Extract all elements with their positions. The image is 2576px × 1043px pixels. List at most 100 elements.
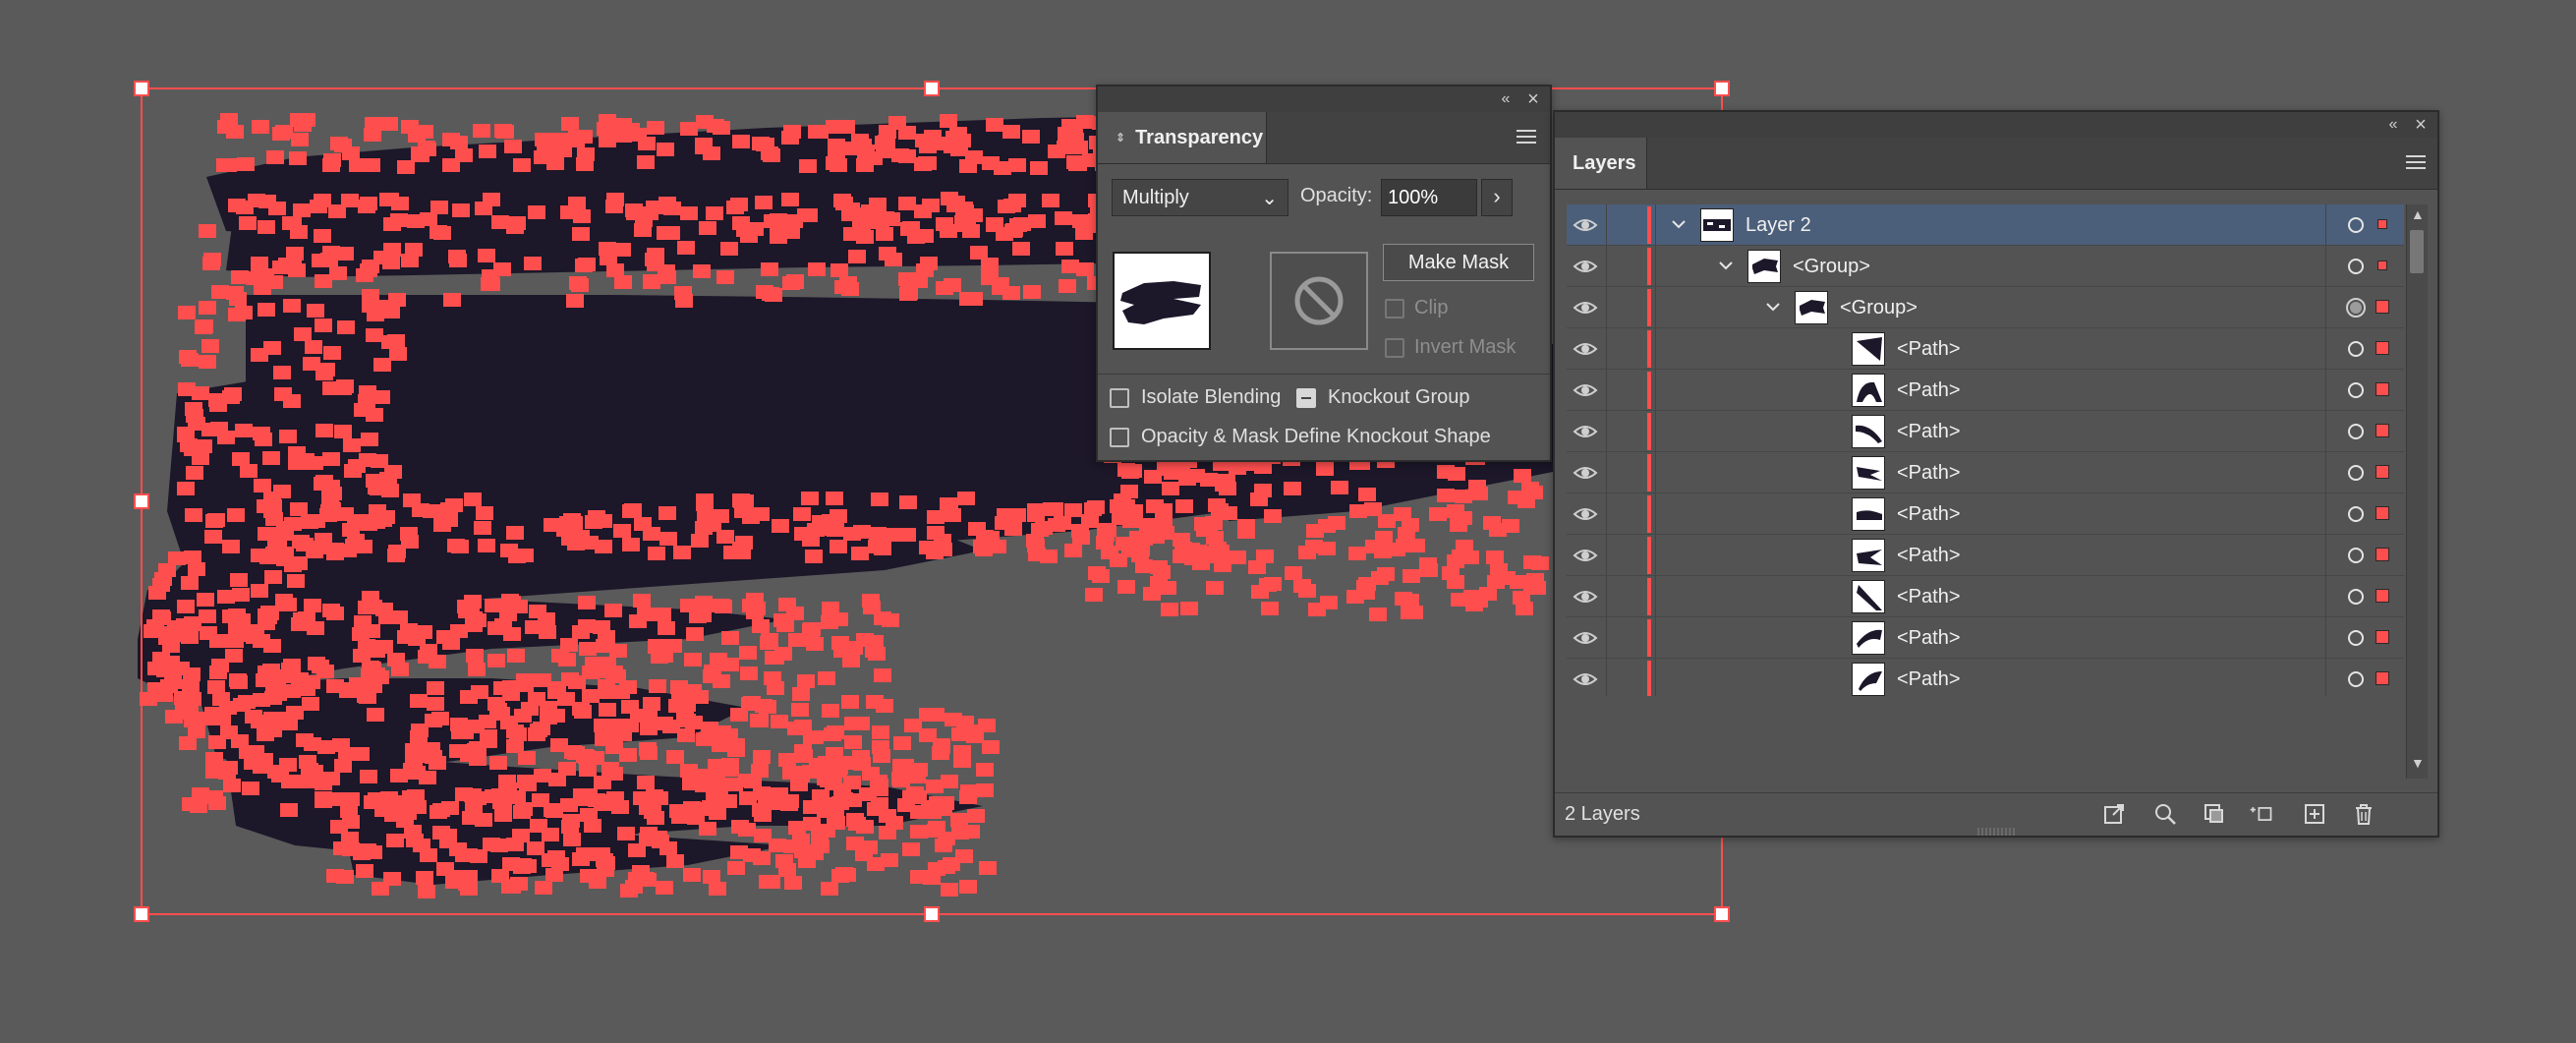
anchor-point[interactable]: [595, 794, 612, 808]
anchor-point[interactable]: [278, 712, 296, 725]
anchor-point[interactable]: [941, 192, 958, 205]
anchor-point[interactable]: [174, 691, 192, 705]
anchor-point[interactable]: [207, 680, 225, 694]
anchor-point[interactable]: [512, 829, 530, 842]
anchor-point[interactable]: [827, 725, 844, 739]
anchor-point[interactable]: [478, 249, 495, 262]
anchor-point[interactable]: [929, 796, 946, 810]
anchor-point[interactable]: [981, 258, 999, 271]
anchor-point[interactable]: [360, 517, 377, 531]
anchor-point[interactable]: [442, 158, 460, 172]
anchor-point[interactable]: [599, 703, 616, 717]
anchor-point[interactable]: [449, 744, 467, 758]
anchor-point[interactable]: [148, 586, 166, 600]
anchor-point[interactable]: [333, 841, 351, 855]
anchor-point[interactable]: [1463, 590, 1481, 604]
anchor-point[interactable]: [496, 125, 514, 139]
anchor-point[interactable]: [927, 510, 945, 524]
anchor-point[interactable]: [585, 515, 602, 529]
anchor-point[interactable]: [322, 604, 340, 617]
anchor-point[interactable]: [571, 278, 589, 292]
anchor-point[interactable]: [342, 792, 360, 806]
anchor-point[interactable]: [1479, 587, 1497, 601]
anchor-point[interactable]: [1374, 545, 1392, 558]
anchor-point[interactable]: [802, 623, 820, 637]
anchor-point[interactable]: [420, 212, 437, 226]
anchor-point[interactable]: [181, 576, 199, 590]
anchor-point[interactable]: [806, 637, 824, 651]
locate-object-icon[interactable]: [2152, 801, 2178, 827]
anchor-point[interactable]: [841, 695, 859, 709]
anchor-point[interactable]: [920, 257, 938, 270]
anchor-point[interactable]: [691, 690, 709, 704]
anchor-point[interactable]: [293, 203, 311, 217]
anchor-point[interactable]: [812, 840, 830, 853]
anchor-point[interactable]: [940, 114, 957, 128]
anchor-point[interactable]: [599, 134, 616, 147]
anchor-point[interactable]: [704, 665, 721, 678]
anchor-point[interactable]: [1250, 493, 1268, 506]
anchor-point[interactable]: [400, 527, 418, 541]
target-circle-icon[interactable]: [2348, 259, 2364, 274]
anchor-point[interactable]: [239, 216, 257, 230]
lock-toggle[interactable]: [1607, 659, 1646, 696]
anchor-point[interactable]: [1486, 550, 1504, 564]
anchor-point[interactable]: [721, 658, 739, 671]
anchor-point[interactable]: [1402, 594, 1419, 608]
anchor-point[interactable]: [314, 229, 331, 243]
anchor-point[interactable]: [713, 599, 730, 612]
anchor-point[interactable]: [490, 839, 508, 852]
anchor-point[interactable]: [192, 386, 209, 400]
anchor-point[interactable]: [283, 299, 301, 313]
anchor-point[interactable]: [843, 776, 861, 789]
anchor-point[interactable]: [353, 649, 371, 663]
anchor-point[interactable]: [1117, 580, 1135, 594]
anchor-point[interactable]: [778, 753, 796, 767]
anchor-point[interactable]: [494, 798, 512, 812]
anchor-point[interactable]: [1349, 504, 1367, 518]
anchor-point[interactable]: [786, 766, 804, 780]
anchor-point[interactable]: [801, 492, 819, 505]
anchor-point[interactable]: [965, 150, 983, 164]
anchor-point[interactable]: [606, 193, 624, 206]
anchor-point[interactable]: [479, 715, 496, 728]
anchor-point[interactable]: [237, 157, 255, 171]
anchor-point[interactable]: [226, 634, 244, 648]
anchor-point[interactable]: [315, 367, 333, 380]
anchor-point[interactable]: [443, 293, 461, 307]
anchor-point[interactable]: [464, 493, 482, 506]
anchor-point[interactable]: [217, 120, 235, 134]
anchor-point[interactable]: [281, 775, 299, 788]
anchor-point[interactable]: [818, 671, 835, 685]
anchor-point[interactable]: [970, 246, 988, 260]
eye-icon[interactable]: [1573, 584, 1598, 609]
anchor-point[interactable]: [370, 482, 387, 495]
target-circle-icon[interactable]: [2348, 424, 2364, 439]
anchor-point[interactable]: [432, 803, 450, 817]
anchor-point[interactable]: [1298, 546, 1316, 559]
anchor-point[interactable]: [254, 281, 271, 295]
anchor-point[interactable]: [663, 202, 681, 215]
layer-name[interactable]: <Path>: [1897, 668, 1961, 691]
anchor-point[interactable]: [529, 605, 546, 618]
anchor-point[interactable]: [427, 697, 444, 711]
anchor-point[interactable]: [1502, 519, 1519, 533]
anchor-point[interactable]: [753, 851, 771, 865]
anchor-point[interactable]: [1447, 504, 1464, 518]
anchor-point[interactable]: [287, 574, 305, 588]
invert-mask-checkbox[interactable]: [1385, 338, 1404, 358]
anchor-point[interactable]: [656, 649, 673, 663]
anchor-point[interactable]: [390, 213, 408, 227]
anchor-point[interactable]: [562, 814, 580, 828]
lock-toggle[interactable]: [1607, 617, 1646, 659]
anchor-point[interactable]: [275, 125, 293, 139]
close-icon[interactable]: ×: [1522, 88, 1544, 110]
anchor-point[interactable]: [1064, 503, 1082, 517]
anchor-point[interactable]: [1429, 507, 1447, 521]
anchor-point[interactable]: [143, 624, 161, 638]
anchor-point[interactable]: [264, 570, 282, 584]
anchor-point[interactable]: [1358, 488, 1376, 501]
anchor-point[interactable]: [258, 527, 275, 541]
anchor-point[interactable]: [258, 195, 276, 208]
anchor-point[interactable]: [230, 675, 248, 689]
